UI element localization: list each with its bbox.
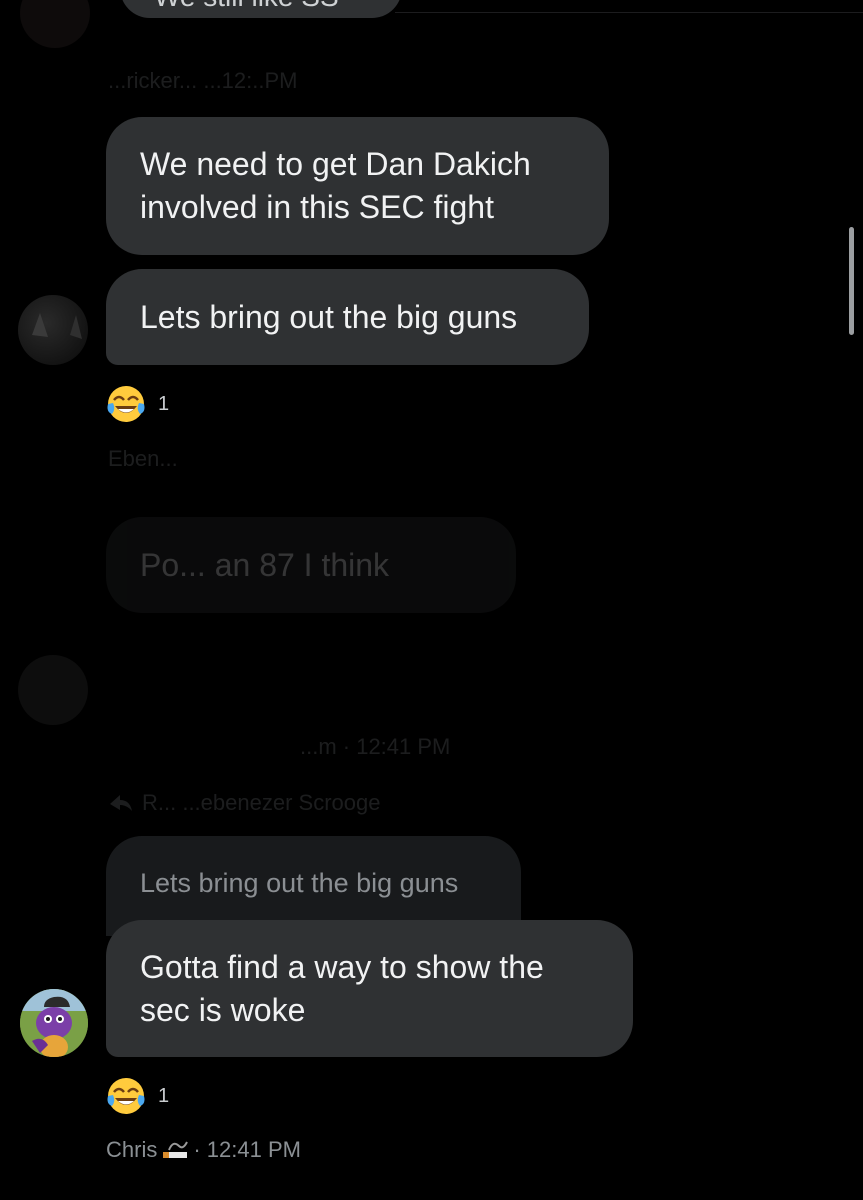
message-bubble-1[interactable]: We need to get Dan Dakich involved in th… — [106, 117, 609, 255]
avatar-figure-icon — [32, 313, 82, 339]
message-bubble-3[interactable]: Po... an 87 I think — [106, 517, 516, 613]
reply-label: R... ...ebenezer Scrooge — [142, 790, 381, 815]
message-meta-faded-2: Eben... — [108, 446, 178, 471]
message-text-4: Gotta find a way to show the sec is woke — [140, 948, 544, 1028]
reply-indicator: R... ...ebenezer Scrooge — [108, 790, 380, 816]
reply-arrow-icon — [110, 795, 132, 811]
message-bubble-4[interactable]: Gotta find a way to show the sec is woke — [106, 920, 633, 1057]
tears-of-joy-emoji-icon — [107, 386, 145, 422]
tears-of-joy-emoji-icon — [107, 1078, 145, 1114]
reaction-chip-4[interactable]: 1 — [104, 1074, 169, 1118]
message-timestamp: · 12:41 PM — [193, 1137, 301, 1162]
cigarette-emoji-icon — [163, 1141, 189, 1158]
scrollbar-thumb[interactable] — [849, 227, 854, 335]
reaction-count-4: 1 — [158, 1084, 170, 1107]
avatar-chris[interactable] — [20, 989, 88, 1057]
reaction-chip-2[interactable]: 1 — [104, 382, 169, 426]
reaction-count-2: 1 — [158, 392, 170, 415]
message-bubble-cut[interactable]: We still like SS — [120, 0, 402, 18]
message-meta-4: Chris · 12:41 PM — [106, 1137, 301, 1163]
message-text-1: We need to get Dan Dakich involved in th… — [140, 146, 531, 225]
message-meta-faded-3: ...m · 12:41 PM — [300, 734, 451, 759]
message-bubble-2[interactable]: Lets bring out the big guns — [106, 269, 589, 365]
avatar-sender-3[interactable] — [18, 655, 88, 725]
message-text-3: Po... an 87 I think — [140, 546, 390, 583]
avatar-sender-2[interactable] — [18, 295, 88, 365]
sender-name[interactable]: Chris — [106, 1137, 157, 1163]
message-text-cut: We still like SS — [154, 0, 339, 18]
purple-dragon-avatar-icon — [20, 989, 88, 1057]
message-text-2: Lets bring out the big guns — [140, 298, 518, 335]
quoted-text: Lets bring out the big guns — [140, 868, 459, 898]
message-meta-faded-1: ...ricker... ...12:..PM — [108, 68, 298, 93]
header-divider — [395, 0, 863, 13]
avatar-top-cut[interactable] — [20, 0, 90, 48]
